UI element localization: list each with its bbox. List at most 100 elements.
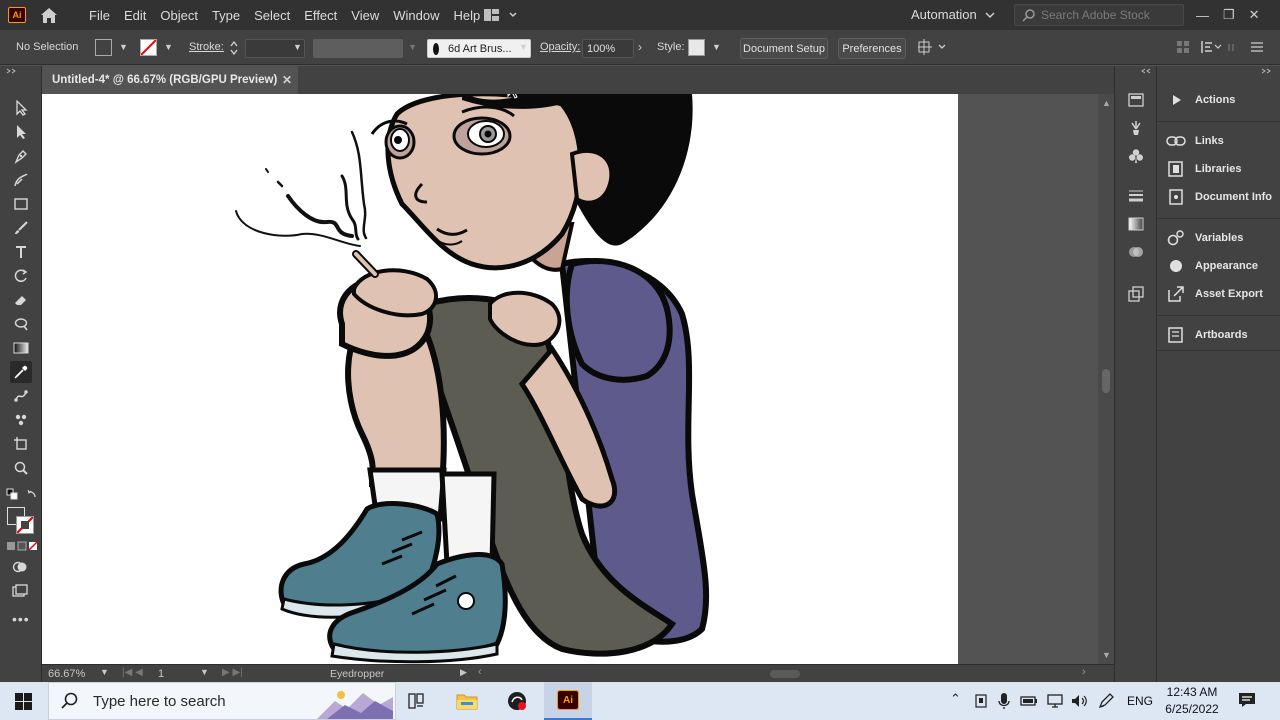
scroll-down-icon[interactable]: ▼ bbox=[1102, 650, 1111, 660]
microphone-icon[interactable] bbox=[998, 692, 1010, 710]
panel-menu-icon[interactable] bbox=[1250, 40, 1264, 54]
scroll-left-icon[interactable]: ‹ bbox=[478, 666, 482, 678]
properties-icon[interactable] bbox=[1126, 90, 1146, 110]
pasteboard[interactable] bbox=[42, 94, 1098, 664]
eyedropper-tool[interactable] bbox=[10, 361, 32, 383]
menu-file[interactable]: File bbox=[82, 8, 117, 23]
input-language[interactable]: ENG bbox=[1127, 694, 1153, 708]
battery-icon[interactable] bbox=[1020, 694, 1038, 708]
arrange-documents-icon[interactable] bbox=[483, 8, 519, 22]
illustrator-logo[interactable]: Ai bbox=[8, 7, 26, 23]
document-setup-button[interactable]: Document Setup bbox=[740, 38, 828, 59]
stock-search-input[interactable] bbox=[1041, 8, 1181, 22]
menu-object[interactable]: Object bbox=[153, 8, 205, 23]
rotate-tool[interactable] bbox=[10, 265, 32, 287]
home-icon[interactable] bbox=[39, 6, 59, 24]
transparency-icon[interactable] bbox=[1126, 242, 1146, 262]
artboard-tool[interactable] bbox=[10, 433, 32, 455]
paintbrush-tool[interactable] bbox=[10, 217, 32, 239]
panel-document-info[interactable]: Document Info bbox=[1165, 186, 1272, 208]
chevron-down-icon[interactable]: ▼ bbox=[200, 667, 209, 677]
chevron-down-icon[interactable]: ▼ bbox=[293, 42, 302, 52]
eraser-tool[interactable] bbox=[10, 289, 32, 311]
chevron-down-icon[interactable]: ▼ bbox=[712, 42, 721, 52]
type-tool[interactable] bbox=[10, 241, 32, 263]
menu-type[interactable]: Type bbox=[205, 8, 247, 23]
document-tab[interactable]: Untitled-4* @ 66.67% (RGB/GPU Preview) ✕ bbox=[42, 66, 298, 94]
curvature-tool[interactable] bbox=[10, 169, 32, 191]
menu-help[interactable]: Help bbox=[446, 8, 487, 23]
collapse-icon[interactable] bbox=[1141, 68, 1153, 74]
illustrator-taskbar-button[interactable]: Ai bbox=[544, 682, 592, 720]
menu-select[interactable]: Select bbox=[247, 8, 297, 23]
chevron-down-icon[interactable]: ▼ bbox=[519, 42, 528, 52]
more-tools-icon[interactable]: ••• bbox=[12, 611, 30, 627]
artwork-smoking-boy[interactable] bbox=[42, 94, 958, 664]
zoom-tool[interactable] bbox=[10, 457, 32, 479]
warp-tool[interactable] bbox=[10, 313, 32, 335]
pen-input-icon[interactable] bbox=[1098, 693, 1114, 709]
more-options-icon[interactable] bbox=[1226, 40, 1236, 54]
chevron-down-icon[interactable]: ▼ bbox=[100, 667, 109, 677]
stroke-panel-icon[interactable] bbox=[1126, 186, 1146, 206]
first-artboard-icon[interactable]: |◀ ◀ bbox=[122, 667, 143, 678]
graphic-style-swatch[interactable] bbox=[688, 39, 705, 56]
zoom-level[interactable]: 66.67% bbox=[48, 668, 85, 680]
network-icon[interactable] bbox=[1046, 693, 1064, 709]
panel-actions[interactable]: Actions bbox=[1165, 89, 1235, 111]
artboard[interactable] bbox=[42, 94, 958, 664]
scroll-up-icon[interactable]: ▲ bbox=[1102, 98, 1111, 108]
last-artboard-icon[interactable]: ▶ ▶| bbox=[222, 667, 243, 678]
menu-effect[interactable]: Effect bbox=[297, 8, 344, 23]
collapse-icon[interactable] bbox=[6, 68, 18, 74]
blend-tool[interactable] bbox=[10, 385, 32, 407]
screen-mode-icon[interactable] bbox=[12, 584, 28, 598]
volume-icon[interactable] bbox=[1070, 693, 1088, 709]
pen-tool[interactable] bbox=[10, 145, 32, 167]
align-icon[interactable] bbox=[1176, 40, 1190, 54]
stroke-label[interactable]: Stroke: bbox=[189, 41, 224, 53]
chevron-down-icon[interactable]: ▼ bbox=[164, 42, 173, 52]
status-menu-icon[interactable]: ▶ bbox=[460, 667, 467, 678]
workspace-switcher[interactable]: Automation bbox=[911, 7, 995, 22]
close-icon[interactable]: ✕ bbox=[1249, 7, 1260, 23]
artboard-number[interactable]: 1 bbox=[158, 668, 164, 680]
fill-swatch[interactable] bbox=[95, 39, 112, 56]
panel-libraries[interactable]: Libraries bbox=[1165, 158, 1241, 180]
panel-links[interactable]: Links bbox=[1165, 130, 1224, 152]
panel-artboards[interactable]: Artboards bbox=[1165, 324, 1248, 346]
chevron-right-icon[interactable]: › bbox=[638, 40, 642, 54]
scroll-right-icon[interactable]: › bbox=[1082, 666, 1086, 678]
arrange-icon[interactable] bbox=[918, 39, 948, 55]
menu-edit[interactable]: Edit bbox=[117, 8, 153, 23]
windows-start-icon[interactable] bbox=[15, 693, 32, 710]
menu-window[interactable]: Window bbox=[386, 8, 446, 23]
stroke-swatch[interactable] bbox=[140, 39, 157, 56]
task-view-icon[interactable] bbox=[406, 691, 426, 711]
restore-icon[interactable]: ❐ bbox=[1223, 7, 1235, 23]
search-adobe-stock[interactable] bbox=[1014, 4, 1184, 26]
selection-tool[interactable] bbox=[10, 97, 32, 119]
file-explorer-icon[interactable] bbox=[456, 691, 478, 711]
taskbar-search-input[interactable] bbox=[93, 692, 293, 710]
notifications-icon[interactable] bbox=[1238, 691, 1256, 709]
stepper-icon[interactable] bbox=[229, 39, 239, 57]
app-recorder-icon[interactable] bbox=[506, 690, 528, 712]
transform-icon[interactable] bbox=[1200, 40, 1222, 54]
panel-asset-export[interactable]: Asset Export bbox=[1165, 283, 1263, 305]
direct-selection-tool[interactable] bbox=[10, 121, 32, 143]
horizontal-scroll-thumb[interactable] bbox=[770, 670, 800, 678]
gradient-panel-icon[interactable] bbox=[1126, 214, 1146, 234]
preferences-button[interactable]: Preferences bbox=[838, 38, 906, 59]
minimize-icon[interactable]: — bbox=[1196, 8, 1209, 23]
scroll-thumb[interactable] bbox=[1102, 369, 1110, 393]
stroke-color[interactable] bbox=[16, 516, 34, 534]
close-tab-icon[interactable]: ✕ bbox=[282, 73, 292, 87]
expand-panels-icon[interactable] bbox=[1261, 68, 1273, 74]
default-colors-icon[interactable] bbox=[6, 488, 18, 500]
color-mode-icons[interactable] bbox=[6, 541, 38, 551]
panel-variables[interactable]: Variables bbox=[1165, 227, 1243, 249]
chevron-down-icon[interactable]: ▼ bbox=[119, 42, 128, 52]
menu-view[interactable]: View bbox=[344, 8, 386, 23]
draw-mode-icon[interactable] bbox=[12, 560, 28, 574]
